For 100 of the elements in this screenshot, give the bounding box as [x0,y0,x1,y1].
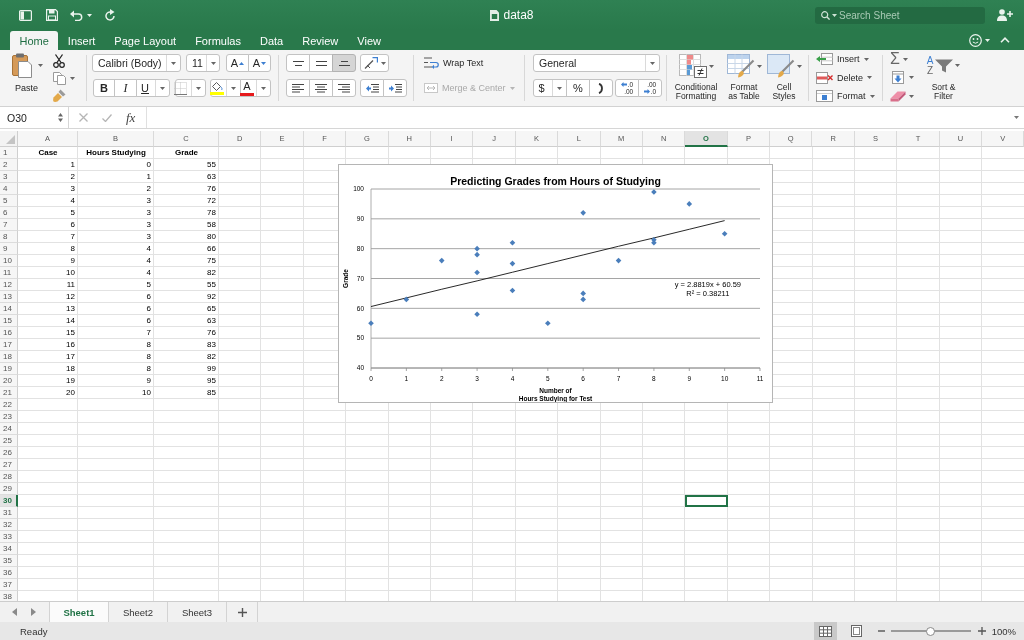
italic-button[interactable]: I [114,79,137,97]
currency-button[interactable]: $ [533,79,567,97]
row-header[interactable]: 7 [0,219,18,231]
row-header[interactable]: 2 [0,159,18,171]
row-header[interactable]: 12 [0,279,18,291]
name-box[interactable]: O30 [0,107,69,128]
conditional-formatting-button[interactable]: Conditional Formatting [671,50,721,106]
row-header[interactable]: 30 [0,495,18,507]
search-field[interactable]: Search Sheet [815,6,985,24]
sort-filter-button[interactable]: A Z Sort & Filter [922,50,965,106]
plus-icon[interactable] [237,607,247,617]
bottom-align-button[interactable] [332,54,356,72]
row-header[interactable]: 23 [0,411,18,423]
normal-view-button[interactable] [813,622,837,640]
insert-cells-button[interactable]: Insert [816,50,876,68]
row-header[interactable]: 5 [0,195,18,207]
cell-styles-button[interactable]: Cell Styles [767,50,801,106]
add-person-icon[interactable] [997,9,1013,21]
grow-font-button[interactable]: A [226,54,249,72]
center-button[interactable] [309,79,333,97]
ribbon-tab[interactable]: Data [250,31,293,50]
row-header[interactable]: 6 [0,207,18,219]
comma-style-button[interactable] [589,79,613,97]
row-header[interactable]: 21 [0,387,18,399]
ribbon-tab[interactable]: Formulas [185,31,251,50]
sheet-cell-text: 65 [206,303,217,315]
row-header[interactable]: 31 [0,507,18,519]
row-header[interactable]: 34 [0,543,18,555]
row-header[interactable]: 1 [0,147,18,159]
increase-indent-button[interactable] [383,79,407,97]
minus-icon[interactable] [877,630,885,632]
row-header[interactable]: 15 [0,315,18,327]
ribbon-tab[interactable]: View [347,31,391,50]
row-header[interactable]: 17 [0,339,18,351]
left-triangle-icon[interactable] [12,608,17,616]
row-header[interactable]: 3 [0,171,18,183]
align-left-button[interactable] [286,79,310,97]
row-header[interactable]: 29 [0,483,18,495]
orientation-button[interactable] [360,54,389,72]
paintbrush-icon[interactable] [53,89,66,102]
underline-button[interactable]: U [136,79,170,97]
percent-button[interactable]: % [566,79,590,97]
row-header[interactable]: 10 [0,255,18,267]
row-header[interactable]: 8 [0,231,18,243]
row-header[interactable]: 37 [0,579,18,591]
row-header[interactable]: 22 [0,399,18,411]
row-header[interactable]: 24 [0,423,18,435]
fill-color-button[interactable] [210,79,241,97]
font-color-button[interactable]: A [240,79,271,97]
scissors-icon[interactable] [53,54,65,68]
plus-icon[interactable] [977,627,986,635]
row-header[interactable]: 26 [0,447,18,459]
row-header[interactable]: 25 [0,435,18,447]
number-format-dropdown[interactable]: General [533,54,660,72]
delete-cells-button[interactable]: Delete [816,68,876,87]
shrink-font-button[interactable]: A [248,54,271,72]
row-header[interactable]: 14 [0,303,18,315]
right-triangle-icon[interactable] [31,608,36,616]
redo-icon[interactable] [105,9,116,21]
row-header[interactable]: 13 [0,291,18,303]
check-icon[interactable] [102,113,112,122]
middle-align-button[interactable] [309,54,333,72]
row-header[interactable]: 28 [0,471,18,483]
row-header[interactable]: 36 [0,567,18,579]
chevron-up-icon[interactable] [1000,37,1010,43]
borders-button[interactable] [175,79,206,97]
row-header[interactable]: 20 [0,375,18,387]
row-header[interactable]: 4 [0,183,18,195]
font-name-dropdown[interactable]: Calibri (Body) [92,54,181,72]
format-as-table-button[interactable]: Format as Table [724,50,764,106]
sheet-tab[interactable]: Sheet1 [50,602,109,622]
row-header[interactable]: 19 [0,363,18,375]
wrap-text-button[interactable]: Wrap Text [424,54,484,72]
insert-function-button[interactable]: fx [126,109,136,126]
autosum-button[interactable]: Σ [890,50,918,68]
ribbon-tab[interactable]: Review [292,31,348,50]
ribbon-tab[interactable]: Home [10,31,59,50]
bold-button[interactable]: B [93,79,115,97]
row-header[interactable]: 9 [0,243,18,255]
row-header[interactable]: 32 [0,519,18,531]
ribbon-tab[interactable]: Insert [58,31,105,50]
row-header[interactable]: 27 [0,459,18,471]
font-size-dropdown[interactable]: 11 [186,54,220,72]
row-header[interactable]: 16 [0,327,18,339]
row-header[interactable]: 33 [0,531,18,543]
sidebar-icon[interactable] [19,9,32,21]
format-cells-button[interactable]: Format [816,87,876,105]
paste-button[interactable]: Paste [8,53,48,106]
top-align-button[interactable] [286,54,310,72]
row-header[interactable]: 18 [0,351,18,363]
row-header[interactable]: 35 [0,555,18,567]
ribbon-tab[interactable]: Page Layout [104,31,186,50]
smiley-icon[interactable] [969,33,982,47]
row-header[interactable]: 11 [0,267,18,279]
save-icon[interactable] [46,9,58,21]
align-right-button[interactable] [332,79,356,97]
decrease-indent-button[interactable] [360,79,384,97]
undo-icon[interactable] [70,9,83,21]
selected-cell[interactable] [685,495,728,507]
zoom-slider-thumb[interactable] [926,626,936,636]
